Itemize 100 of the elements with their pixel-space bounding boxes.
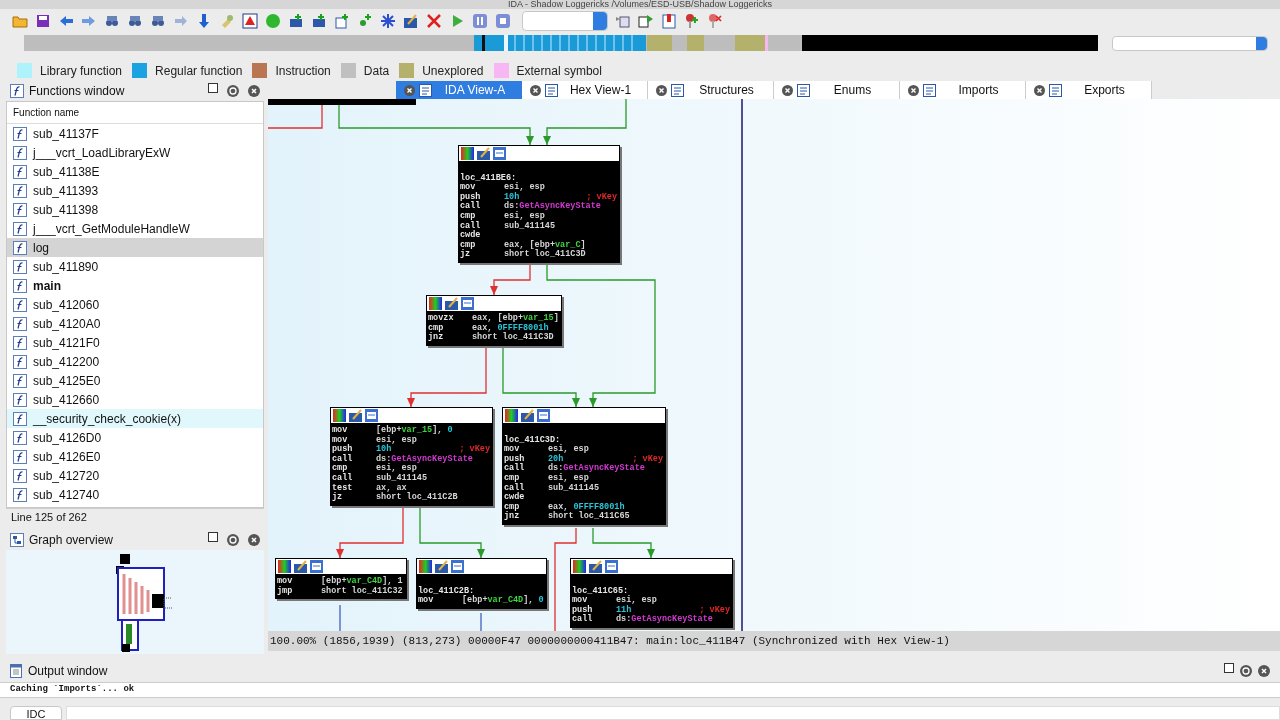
pencil-icon[interactable] xyxy=(403,12,419,29)
instruction-operands: eax, 0FFFF8001h xyxy=(548,502,625,512)
close-icon[interactable] xyxy=(1034,84,1045,96)
color-icon[interactable] xyxy=(278,560,291,573)
navigation-band[interactable] xyxy=(24,35,1098,52)
instruction-operands: 11h xyxy=(616,605,632,615)
color-icon[interactable] xyxy=(429,297,442,310)
pencil-icon[interactable] xyxy=(435,560,448,573)
instruction-mnemonic: movzx xyxy=(428,313,454,323)
color-icon[interactable] xyxy=(419,560,432,573)
down-arrow-icon[interactable] xyxy=(196,12,212,29)
instruction-mnemonic: cmp xyxy=(460,210,476,221)
instruction-mnemonic: cwde xyxy=(504,492,525,503)
star-icon[interactable] xyxy=(380,12,396,29)
tab-icon xyxy=(545,83,558,97)
add-icon[interactable] xyxy=(357,12,373,29)
instruction-operands: 10h xyxy=(504,192,520,202)
pencil-icon[interactable] xyxy=(589,560,602,573)
color-icon[interactable] xyxy=(461,147,474,160)
instruction-mnemonic: jmp xyxy=(277,585,293,596)
graph-icon[interactable] xyxy=(605,560,618,573)
graph-node[interactable]: loc_411C2B: mov [ebp+var_C4D], 0 xyxy=(416,558,547,609)
graph-icon[interactable] xyxy=(451,560,464,573)
instruction-mnemonic: jnz xyxy=(428,332,444,343)
graph-canvas[interactable] xyxy=(268,99,1280,631)
maximize-icon[interactable] xyxy=(1224,663,1234,673)
close-icon[interactable] xyxy=(656,84,667,96)
instruction-operands: eax, 0FFFF8001h xyxy=(472,323,549,333)
graph-icon[interactable] xyxy=(365,409,378,422)
dropdown[interactable] xyxy=(522,10,608,31)
pencil-icon[interactable] xyxy=(445,297,458,310)
tab[interactable]: Hex View-1 xyxy=(522,81,648,99)
graph-icon[interactable] xyxy=(310,560,323,573)
add-icon[interactable] xyxy=(334,12,350,29)
warning-icon[interactable] xyxy=(242,12,258,29)
graph-icon[interactable] xyxy=(493,147,506,160)
document-icon[interactable] xyxy=(661,12,677,29)
instruction-mnemonic: cmp xyxy=(460,239,476,250)
graph-node[interactable]: mov [ebp+var_15], 0 mov esi, esp push 10h ; vKey call ds:GetAsyncKeyState cmp esi, esp call sub_411145 test ax, ax jz short loc_411C2B xyxy=(330,407,493,506)
instruction-mnemonic: jnz xyxy=(504,511,520,522)
pencil-icon[interactable] xyxy=(349,409,362,422)
function-item[interactable]: __security_check_cookie(x) xyxy=(7,409,263,428)
maximize-icon[interactable] xyxy=(208,83,218,93)
graph-node[interactable]: loc_411BE6: mov esi, esp push 10h ; vKey call ds:GetAsyncKeyState cmp esi, esp call sub_411145 cwde cmp eax, [ebp+var_C] jz short loc_411C3D xyxy=(458,145,620,263)
undock-icon[interactable] xyxy=(1240,665,1252,677)
tab[interactable]: IDA View-A xyxy=(396,81,522,99)
command-language-button[interactable]: IDC xyxy=(10,706,62,720)
tab[interactable]: Structures xyxy=(648,81,774,99)
graph-node[interactable]: mov [ebp+var_C4D], 1 jmp short loc_411C32 xyxy=(275,558,407,600)
panel-title: Functions window xyxy=(29,83,125,100)
instruction-mnemonic: call xyxy=(504,463,525,474)
tab[interactable]: Imports xyxy=(900,81,1026,99)
function-icon xyxy=(13,468,27,483)
output-line: Caching `Imports`... ok xyxy=(10,683,136,697)
function-item[interactable]: log xyxy=(7,238,263,257)
add-icon[interactable] xyxy=(311,12,327,29)
graph-node[interactable]: loc_411C65: mov esi, esp push 11h ; vKey call ds:GetAsyncKeyState xyxy=(570,558,733,628)
graph-icon[interactable] xyxy=(461,297,474,310)
function-icon xyxy=(13,145,27,160)
graph-node[interactable]: loc_411C3D: mov esi, esp push 20h ; vKey call ds:GetAsyncKeyState cmp esi, esp call sub_411145 cwde cmp eax, 0FFFF8001h jnz short loc_411C65 xyxy=(502,407,666,525)
graph-node[interactable]: movzx eax, [ebp+var_15] cmp eax, 0FFFF8001h jnz short loc_411C3D xyxy=(426,295,562,346)
close-icon[interactable] xyxy=(426,12,442,29)
color-icon[interactable] xyxy=(505,409,518,422)
undock-icon[interactable] xyxy=(227,85,239,97)
graph-icon[interactable] xyxy=(537,409,550,422)
color-icon[interactable] xyxy=(573,560,586,573)
pin-icon[interactable] xyxy=(707,12,723,29)
close-icon[interactable] xyxy=(530,84,541,96)
maximize-icon[interactable] xyxy=(208,532,218,542)
add-icon[interactable] xyxy=(288,12,304,29)
undock-icon[interactable] xyxy=(227,534,239,546)
instruction-operands: 20h xyxy=(548,454,564,464)
edge-arrow xyxy=(419,507,485,559)
code-label: loc_411C2B: xyxy=(418,586,475,596)
stop-icon[interactable] xyxy=(495,12,511,29)
close-icon[interactable] xyxy=(1258,665,1270,677)
panel-title: Output window xyxy=(28,663,108,680)
close-icon[interactable] xyxy=(248,534,260,546)
pin-icon[interactable] xyxy=(684,12,700,29)
command-input[interactable] xyxy=(66,706,1280,720)
save-icon[interactable] xyxy=(35,12,51,29)
close-icon[interactable] xyxy=(248,85,260,97)
arrow-icon[interactable] xyxy=(638,12,654,29)
pause-icon[interactable] xyxy=(472,12,488,29)
close-icon[interactable] xyxy=(404,84,415,96)
graph-status-bar: 100.00% (1856,1939) (813,273) 00000F47 0000000000411B47: main:loc_411B47 (Synchronized with Hex View-1) xyxy=(268,631,1280,651)
instruction-operands: short loc_411C32 xyxy=(321,586,403,597)
color-icon[interactable] xyxy=(333,409,346,422)
pencil-icon[interactable] xyxy=(294,560,307,573)
pencil-icon[interactable] xyxy=(477,147,490,160)
pencil-icon[interactable] xyxy=(521,409,534,422)
instruction-operands: short loc_411C2B xyxy=(376,493,458,503)
function-icon xyxy=(13,164,27,179)
tab[interactable]: Enums xyxy=(774,81,900,99)
close-icon[interactable] xyxy=(782,84,793,96)
tab[interactable]: Exports xyxy=(1026,81,1152,99)
instruction-operands: short loc_411C65 xyxy=(548,512,630,522)
dropdown[interactable] xyxy=(1112,35,1268,51)
close-icon[interactable] xyxy=(908,84,919,96)
graph-node[interactable] xyxy=(268,99,416,105)
